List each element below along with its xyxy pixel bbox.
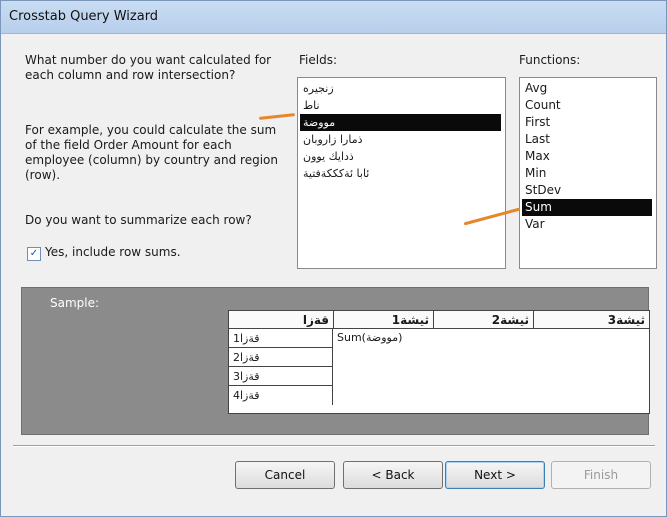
fields-label: Fields: [299, 53, 337, 67]
fields-listbox[interactable]: زنجيره ناط مووضة ذمارا زاروبان ذدايك يوو… [297, 77, 506, 269]
sample-row-label: قةزا2 [229, 348, 333, 367]
example-line-4: (row). [25, 168, 61, 182]
example-line-3: employee (column) by country and region [25, 153, 278, 167]
summarize-question: Do you want to summarize each row? [25, 213, 252, 227]
next-button[interactable]: Next > [445, 461, 545, 489]
functions-listbox[interactable]: Avg Count First Last Max Min StDev Sum V… [519, 77, 657, 269]
highlight-marker-fields [258, 113, 296, 120]
functions-label: Functions: [519, 53, 581, 67]
include-row-sums-label[interactable]: Yes, include row sums. [45, 245, 181, 260]
question-line-1: What number do you want calculated for [25, 53, 272, 67]
function-item[interactable]: Last [522, 131, 652, 148]
function-item[interactable]: Avg [522, 80, 652, 97]
sample-header-row: قةزا [229, 311, 334, 329]
button-separator [13, 445, 655, 447]
function-item-selected[interactable]: Sum [522, 199, 652, 216]
function-item[interactable]: Var [522, 216, 652, 233]
include-row-sums-checkbox[interactable]: ✓ [27, 247, 41, 261]
sample-header-col3: ثيشة3 [534, 311, 649, 329]
back-button[interactable]: < Back [343, 461, 443, 489]
function-item[interactable]: StDev [522, 182, 652, 199]
calculation-question: What number do you want calculated for e… [25, 53, 285, 83]
sample-panel: Sample: قةزا ثيشة1 ثيشة2 ثيشة3 قةزا1 قةز… [21, 287, 650, 435]
example-text: For example, you could calculate the sum… [25, 123, 285, 183]
crosstab-query-wizard-window: Crosstab Query Wizard What number do you… [0, 0, 667, 517]
sample-label: Sample: [50, 296, 100, 310]
sample-header-col2: ثيشة2 [434, 311, 534, 329]
function-item[interactable]: Max [522, 148, 652, 165]
example-line-1: For example, you could calculate the sum [25, 123, 277, 137]
sample-grid: قةزا ثيشة1 ثيشة2 ثيشة3 قةزا1 قةزا2 قةزا3… [228, 310, 650, 414]
wizard-content: What number do you want calculated for e… [7, 35, 660, 509]
sample-header-col1: ثيشة1 [334, 311, 434, 329]
field-item[interactable]: ذدايك يوون [300, 148, 501, 165]
sample-row-label: قةزا3 [229, 367, 333, 386]
cancel-button[interactable]: Cancel [235, 461, 335, 489]
field-item[interactable]: زنجيره [300, 80, 501, 97]
function-item[interactable]: Min [522, 165, 652, 182]
finish-button[interactable]: Finish [551, 461, 651, 489]
function-item[interactable]: Count [522, 97, 652, 114]
field-item-selected[interactable]: مووضة [300, 114, 501, 131]
sample-row-label: قةزا1 [229, 329, 333, 348]
function-item[interactable]: First [522, 114, 652, 131]
window-title: Crosstab Query Wizard [9, 9, 159, 24]
field-item[interactable]: ئابا ئةكككةفتية [300, 165, 501, 182]
example-line-2: of the field Order Amount for each [25, 138, 232, 152]
sample-row-label: قةزا4 [229, 386, 333, 405]
question-line-2: each column and row intersection? [25, 68, 236, 82]
sample-sum-cell: Sum(مووضة) [337, 331, 403, 344]
title-bar[interactable]: Crosstab Query Wizard [1, 1, 666, 34]
field-item[interactable]: ذمارا زاروبان [300, 131, 501, 148]
field-item[interactable]: ناط [300, 97, 501, 114]
